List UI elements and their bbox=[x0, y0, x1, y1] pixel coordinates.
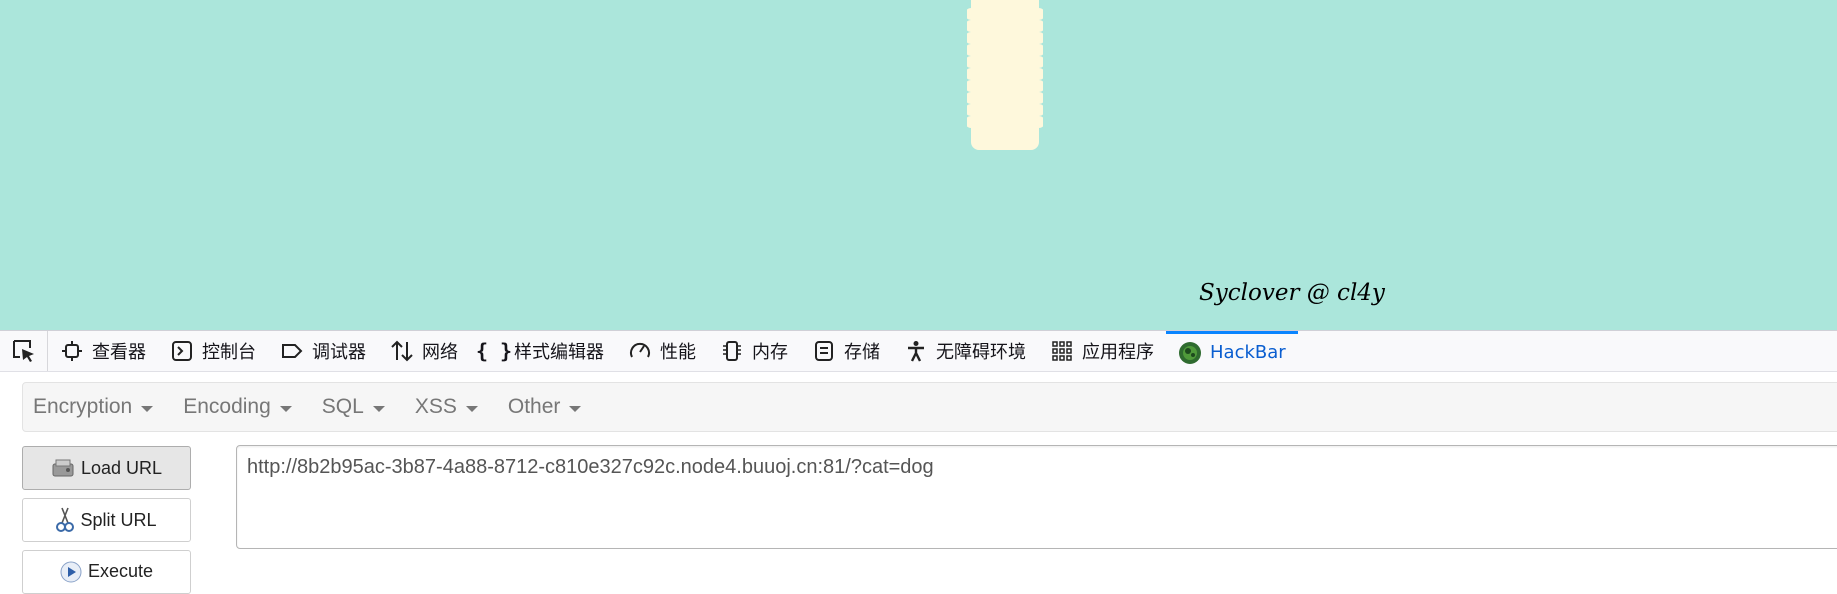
tab-label: 无障碍环境 bbox=[936, 342, 1026, 363]
application-icon bbox=[1050, 339, 1074, 363]
caret-down-icon bbox=[279, 405, 292, 412]
url-input[interactable]: http://8b2b95ac-3b87-4a88-8712-c810e327c… bbox=[236, 445, 1837, 549]
inspector-icon bbox=[60, 339, 84, 363]
menu-label: Encryption bbox=[33, 395, 133, 418]
split-url-label: Split URL bbox=[80, 509, 157, 530]
menu-encryption[interactable]: Encryption bbox=[23, 395, 163, 419]
tab-label: 性能 bbox=[660, 342, 696, 363]
tab-label: 查看器 bbox=[92, 342, 146, 363]
page-signature: Syclover @ cl4y bbox=[1199, 280, 1385, 306]
storage-icon bbox=[812, 339, 836, 363]
tab-label: 网络 bbox=[422, 342, 458, 363]
play-icon bbox=[60, 561, 82, 583]
tab-network[interactable]: 网络 bbox=[378, 331, 470, 371]
menu-xss[interactable]: XSS bbox=[405, 395, 488, 419]
tab-style-editor[interactable]: { } 样式编辑器 bbox=[470, 331, 616, 371]
devtools-toolbar: 查看器 控制台 调试器 网络 { } 样式编辑器 性能 内存 存储 无障碍环境 … bbox=[0, 330, 1837, 372]
load-url-button[interactable]: Load URL bbox=[22, 446, 191, 490]
tab-label: 样式编辑器 bbox=[514, 342, 604, 363]
scissors-icon bbox=[56, 507, 75, 533]
tab-debugger[interactable]: 调试器 bbox=[268, 331, 378, 371]
caret-down-icon bbox=[372, 405, 385, 412]
tab-accessibility[interactable]: 无障碍环境 bbox=[892, 331, 1038, 371]
memory-icon bbox=[720, 339, 744, 363]
menu-sql[interactable]: SQL bbox=[312, 395, 395, 419]
caret-down-icon bbox=[465, 405, 478, 412]
tab-label: 内存 bbox=[752, 342, 788, 363]
debugger-icon bbox=[280, 339, 304, 363]
cat-illustration bbox=[967, 0, 1043, 150]
execute-button[interactable]: Execute bbox=[22, 550, 191, 594]
tab-label: 存储 bbox=[844, 342, 880, 363]
hackbar-menu-row: Encryption Encoding SQL XSS Other bbox=[22, 382, 1837, 432]
console-icon bbox=[170, 339, 194, 363]
tab-performance[interactable]: 性能 bbox=[616, 331, 708, 371]
tab-hackbar[interactable]: HackBar bbox=[1166, 331, 1298, 371]
accessibility-icon bbox=[904, 339, 928, 363]
caret-down-icon bbox=[141, 405, 154, 412]
hackbar-icon bbox=[1178, 341, 1202, 365]
tab-label: HackBar bbox=[1210, 342, 1286, 363]
load-url-label: Load URL bbox=[80, 457, 163, 478]
menu-other[interactable]: Other bbox=[498, 395, 592, 419]
tab-storage[interactable]: 存储 bbox=[800, 331, 892, 371]
load-url-icon bbox=[51, 458, 75, 478]
menu-label: XSS bbox=[414, 395, 457, 418]
tab-inspector[interactable]: 查看器 bbox=[48, 331, 158, 371]
menu-label: Other bbox=[507, 395, 561, 418]
tab-label: 调试器 bbox=[312, 342, 366, 363]
caret-down-icon bbox=[569, 405, 582, 412]
execute-label: Execute bbox=[87, 561, 154, 581]
tab-memory[interactable]: 内存 bbox=[708, 331, 800, 371]
element-picker-icon bbox=[12, 340, 34, 362]
menu-label: SQL bbox=[321, 395, 364, 418]
tab-label: 应用程序 bbox=[1082, 342, 1154, 363]
tab-console[interactable]: 控制台 bbox=[158, 331, 268, 371]
hackbar-panel: Encryption Encoding SQL XSS Other Load U… bbox=[0, 372, 1837, 594]
tab-application[interactable]: 应用程序 bbox=[1038, 331, 1166, 371]
network-icon bbox=[390, 339, 414, 363]
element-picker-button[interactable] bbox=[0, 331, 48, 371]
page-viewport: Syclover @ cl4y bbox=[0, 0, 1837, 330]
style-editor-icon: { } bbox=[475, 339, 513, 363]
tab-label: 控制台 bbox=[202, 342, 256, 363]
menu-label: Encoding bbox=[183, 395, 271, 418]
performance-icon bbox=[628, 339, 652, 363]
menu-encoding[interactable]: Encoding bbox=[173, 395, 302, 419]
split-url-button[interactable]: Split URL bbox=[22, 498, 191, 542]
